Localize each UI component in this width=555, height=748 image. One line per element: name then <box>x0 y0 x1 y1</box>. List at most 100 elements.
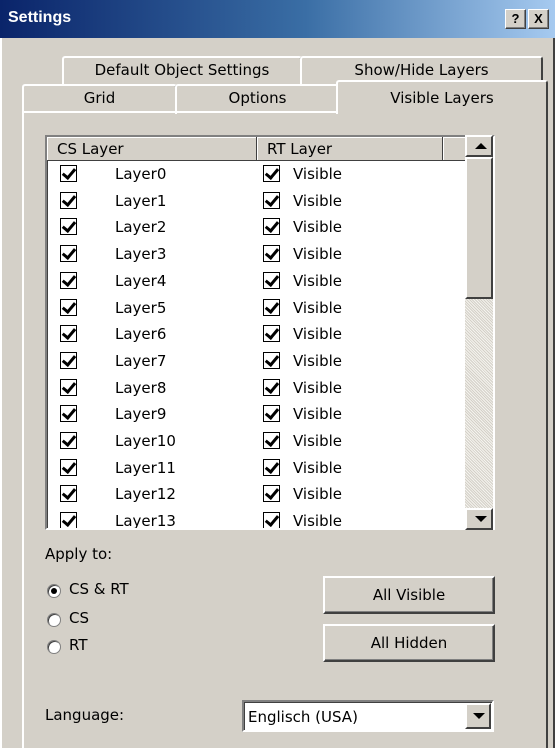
layer-name: Layer3 <box>115 245 167 264</box>
layer-name: Layer1 <box>115 191 167 210</box>
cs-layer-checkbox[interactable] <box>60 245 77 263</box>
rt-status: Visible <box>293 218 342 237</box>
rt-layer-checkbox[interactable] <box>263 351 280 369</box>
list-item[interactable]: Layer8 Visible <box>47 375 467 401</box>
arrow-up-icon <box>475 143 487 149</box>
layer-name: Layer2 <box>115 218 167 237</box>
cs-layer-checkbox[interactable] <box>60 218 77 236</box>
cs-layer-checkbox[interactable] <box>60 351 77 369</box>
title-bar[interactable]: Settings ? X <box>0 0 555 38</box>
cs-layer-checkbox[interactable] <box>60 485 77 503</box>
radio-cs-rt[interactable]: CS & RT <box>47 580 187 602</box>
list-item[interactable]: Layer0 Visible <box>47 161 467 187</box>
tab-visible-layers[interactable]: Visible Layers <box>336 80 548 114</box>
cs-layer-checkbox[interactable] <box>60 191 77 209</box>
cs-layer-checkbox[interactable] <box>60 405 77 423</box>
rt-layer-checkbox[interactable] <box>263 512 280 528</box>
list-item[interactable]: Layer10 Visible <box>47 428 467 454</box>
all-visible-button[interactable]: All Visible <box>323 576 495 614</box>
window-border-left <box>0 38 2 748</box>
radio-button[interactable] <box>47 584 61 598</box>
language-select[interactable]: Englisch (USA) <box>242 700 494 732</box>
layer-list[interactable]: CS Layer RT Layer Layer0 Visible Layer1 Vis… <box>45 135 495 530</box>
rt-layer-checkbox[interactable] <box>263 485 280 503</box>
radio-button[interactable] <box>47 640 61 654</box>
rt-layer-checkbox[interactable] <box>263 271 280 289</box>
rt-layer-checkbox[interactable] <box>263 432 280 449</box>
rt-status: Visible <box>293 245 342 264</box>
layer-name: Layer13 <box>115 512 176 530</box>
list-item[interactable]: Layer11 Visible <box>47 455 467 481</box>
rt-status: Visible <box>293 378 342 397</box>
rt-layer-checkbox[interactable] <box>263 405 280 423</box>
list-item[interactable]: Layer13 Visible <box>47 508 467 530</box>
rt-layer-checkbox[interactable] <box>263 325 280 343</box>
list-item[interactable]: Layer4 Visible <box>47 268 467 294</box>
cs-layer-checkbox[interactable] <box>60 325 77 343</box>
list-item[interactable]: Layer6 Visible <box>47 321 467 347</box>
list-item[interactable]: Layer3 Visible <box>47 241 467 267</box>
list-item[interactable]: Layer12 Visible <box>47 481 467 507</box>
layer-name: Layer0 <box>115 165 167 183</box>
layer-name: Layer5 <box>115 298 167 317</box>
radio-label: RT <box>69 636 88 654</box>
scroll-down-button[interactable] <box>465 508 493 530</box>
layer-name: Layer4 <box>115 271 167 290</box>
rt-layer-checkbox[interactable] <box>263 298 280 316</box>
tab-options[interactable]: Options <box>175 84 340 114</box>
arrow-down-icon <box>475 516 487 522</box>
rt-layer-checkbox[interactable] <box>263 378 280 396</box>
rt-layer-checkbox[interactable] <box>263 191 280 209</box>
apply-to-label: Apply to: <box>45 545 113 563</box>
tab-label: Show/Hide Layers <box>354 61 489 79</box>
close-button[interactable]: X <box>528 9 549 29</box>
radio-cs[interactable]: CS <box>47 609 187 631</box>
rt-layer-checkbox[interactable] <box>263 165 280 182</box>
language-label: Language: <box>45 706 125 724</box>
rt-status: Visible <box>293 405 342 424</box>
list-item[interactable]: Layer9 Visible <box>47 401 467 427</box>
rt-layer-checkbox[interactable] <box>263 245 280 263</box>
list-item[interactable]: Layer7 Visible <box>47 348 467 374</box>
rt-layer-checkbox[interactable] <box>263 218 280 236</box>
list-item[interactable]: Layer5 Visible <box>47 295 467 321</box>
cs-layer-checkbox[interactable] <box>60 165 77 182</box>
tab-label: Grid <box>83 89 116 107</box>
radio-label: CS <box>69 609 89 627</box>
tab-grid[interactable]: Grid <box>22 84 177 114</box>
rt-status: Visible <box>293 485 342 504</box>
language-value: Englisch (USA) <box>248 708 358 726</box>
column-header-cs-layer[interactable]: CS Layer <box>47 137 257 161</box>
cs-layer-checkbox[interactable] <box>60 298 77 316</box>
tab-label: Default Object Settings <box>94 61 270 79</box>
radio-rt[interactable]: RT <box>47 636 187 658</box>
cs-layer-checkbox[interactable] <box>60 271 77 289</box>
list-item[interactable]: Layer1 Visible <box>47 188 467 214</box>
tab-label: Options <box>228 89 287 107</box>
language-dropdown-button[interactable] <box>465 703 491 729</box>
vertical-scrollbar[interactable] <box>465 135 493 530</box>
rt-status: Visible <box>293 271 342 290</box>
help-button[interactable]: ? <box>505 9 526 29</box>
all-hidden-button[interactable]: All Hidden <box>323 624 495 662</box>
cs-layer-checkbox[interactable] <box>60 378 77 396</box>
cs-layer-checkbox[interactable] <box>60 432 77 449</box>
column-header-filler <box>443 137 467 161</box>
cs-layer-checkbox[interactable] <box>60 512 77 528</box>
chevron-down-icon <box>473 713 485 719</box>
layer-name: Layer9 <box>115 405 167 424</box>
rt-status: Visible <box>293 191 342 210</box>
rt-status: Visible <box>293 325 342 344</box>
rt-layer-checkbox[interactable] <box>263 458 280 476</box>
scroll-up-button[interactable] <box>465 135 493 157</box>
scroll-thumb[interactable] <box>465 157 493 299</box>
tab-default-object-settings[interactable]: Default Object Settings <box>62 56 302 86</box>
radio-button[interactable] <box>47 613 61 627</box>
rt-status: Visible <box>293 298 342 317</box>
rt-status: Visible <box>293 512 342 530</box>
layer-name: Layer11 <box>115 458 176 477</box>
cs-layer-checkbox[interactable] <box>60 458 77 476</box>
list-item[interactable]: Layer2 Visible <box>47 214 467 240</box>
column-header-rt-layer[interactable]: RT Layer <box>257 137 443 161</box>
rt-status: Visible <box>293 432 342 450</box>
